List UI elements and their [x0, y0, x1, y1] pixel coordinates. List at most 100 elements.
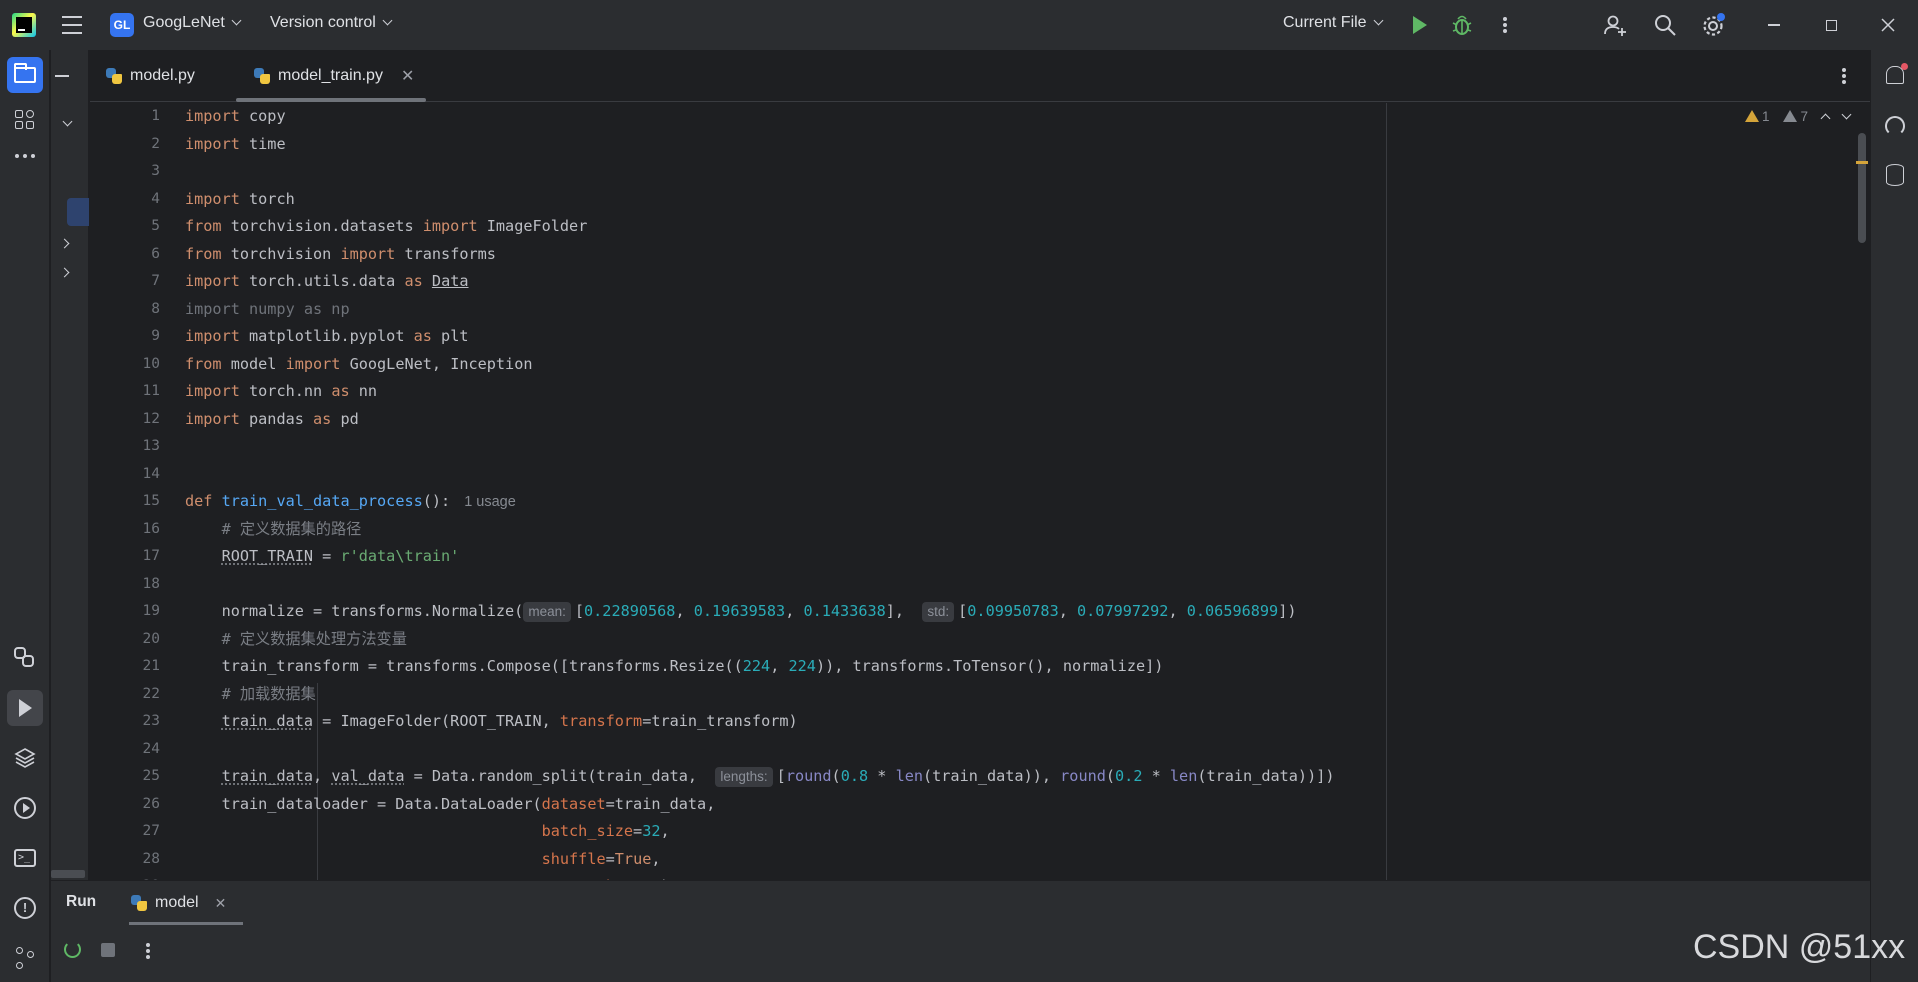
more-actions-icon[interactable] [146, 943, 150, 959]
database-icon[interactable] [1886, 164, 1904, 186]
run-tab-model[interactable]: model ✕ [131, 881, 226, 925]
code-line: from torchvision.datasets import ImageFo… [185, 217, 588, 235]
python-packages-tool-button[interactable] [7, 740, 43, 776]
line-number[interactable]: 10 [90, 351, 172, 379]
structure-tool-button[interactable] [7, 102, 43, 138]
chevron-down-icon [231, 15, 242, 26]
pycharm-logo-icon[interactable] [12, 13, 36, 37]
line-number[interactable]: 6 [90, 241, 172, 269]
run-configuration-selector[interactable]: Current File [1283, 14, 1384, 32]
project-switcher[interactable]: GoogLeNet [143, 14, 242, 32]
line-number[interactable]: 24 [90, 736, 172, 764]
code-line: train_transform = transforms.Compose([tr… [185, 657, 1164, 675]
folder-icon [14, 63, 36, 83]
gear-icon [1703, 13, 1725, 36]
line-number-gutter: 1 2 3 4 5 6 7 8 9 10 11 12 13 14 15 16 17 18 19 20 21 22 23 24 2… [90, 103, 172, 880]
line-number[interactable]: 17 [90, 543, 172, 571]
line-number[interactable]: 12 [90, 406, 172, 434]
tree-selected-item[interactable] [67, 198, 89, 226]
line-number[interactable]: 2 [90, 131, 172, 159]
tree-expand-icon[interactable] [62, 116, 73, 127]
code-line: ROOT_TRAIN = r'data\train' [221, 547, 460, 565]
line-number[interactable]: 25 [90, 763, 172, 791]
line-number[interactable]: 28 [90, 846, 172, 874]
line-number[interactable]: 11 [90, 378, 172, 406]
tree-collapsed-icon[interactable] [59, 267, 70, 278]
python-file-icon [106, 68, 122, 84]
line-number[interactable]: 13 [90, 433, 172, 461]
project-badge[interactable]: GL [110, 13, 134, 37]
run-configuration-label: Current File [1283, 14, 1367, 31]
rerun-icon[interactable] [64, 941, 81, 958]
active-run-tab-indicator [129, 922, 243, 925]
line-number[interactable]: 14 [90, 461, 172, 489]
line-number[interactable]: 18 [90, 571, 172, 599]
project-name: GoogLeNet [143, 14, 225, 31]
code-line: normalize = transforms.Normalize(mean: [0… [185, 602, 1297, 622]
stop-icon[interactable] [101, 943, 115, 957]
line-number[interactable]: 7 [90, 268, 172, 296]
terminal-tool-button[interactable]: >_ [7, 840, 43, 876]
tab-label: model.py [130, 67, 195, 84]
run-tool-button[interactable] [7, 690, 43, 726]
close-tab-icon[interactable]: ✕ [401, 66, 414, 86]
services-tool-button[interactable] [7, 790, 43, 826]
add-user-button[interactable] [1603, 13, 1627, 37]
minimize-button[interactable] [1762, 13, 1786, 37]
code-area[interactable]: import copy import time import torch fro… [185, 103, 1865, 880]
code-line: import torch [185, 189, 295, 208]
line-number[interactable]: 27 [90, 818, 172, 846]
line-number[interactable]: 23 [90, 708, 172, 736]
code-line: import matplotlib.pyplot as plt [185, 327, 469, 345]
run-tab-label: model [155, 894, 199, 911]
line-number[interactable]: 29 [90, 873, 172, 880]
line-number[interactable]: 20 [90, 626, 172, 654]
problems-tool-button[interactable]: ! [7, 890, 43, 926]
line-number[interactable]: 9 [90, 323, 172, 351]
layers-icon [14, 748, 36, 768]
version-control-label: Version control [270, 14, 376, 31]
run-button[interactable] [1413, 16, 1427, 34]
line-number[interactable]: 5 [90, 213, 172, 241]
line-number[interactable]: 21 [90, 653, 172, 681]
line-number[interactable]: 4 [90, 186, 172, 214]
code-editor[interactable]: 1 2 3 4 5 6 7 8 9 10 11 12 13 14 15 16 17 18 19 20 21 22 23 24 2… [90, 103, 1870, 880]
tab-actions-icon[interactable] [1842, 68, 1846, 84]
terminal-icon: >_ [14, 849, 36, 867]
tree-collapsed-icon[interactable] [59, 238, 70, 249]
line-number[interactable]: 26 [90, 791, 172, 819]
version-control-tool-button[interactable] [7, 940, 43, 976]
line-number[interactable]: 1 [90, 103, 172, 131]
close-window-button[interactable] [1876, 13, 1900, 37]
usage-hint[interactable]: 1 usage [464, 494, 516, 510]
version-control-menu[interactable]: Version control [270, 14, 393, 32]
chevron-down-icon [1373, 15, 1384, 26]
settings-button[interactable] [1701, 12, 1727, 38]
minimize-panel-icon[interactable] [55, 75, 69, 77]
debug-button[interactable] [1451, 13, 1473, 37]
more-tools-button[interactable] [7, 138, 43, 174]
line-number[interactable]: 22 [90, 681, 172, 709]
ai-assistant-icon[interactable] [1885, 116, 1905, 136]
tab-model-py[interactable]: model.py [106, 50, 195, 102]
line-number[interactable]: 15 [90, 488, 172, 516]
line-number[interactable]: 8 [90, 296, 172, 324]
python-console-tool-button[interactable] [7, 640, 43, 676]
line-number[interactable]: 19 [90, 598, 172, 626]
string-literal: r'data\train' [340, 547, 460, 565]
line-number[interactable]: 16 [90, 516, 172, 544]
code-line: import pandas as pd [185, 409, 359, 428]
services-icon [14, 797, 36, 819]
line-number[interactable]: 3 [90, 158, 172, 186]
main-menu-icon[interactable] [62, 16, 82, 34]
more-actions-icon[interactable] [1503, 17, 1507, 33]
title-bar: GL GoogLeNet Version control Current Fil… [0, 0, 1918, 50]
python-icon [14, 647, 36, 669]
restore-button[interactable] [1819, 13, 1843, 37]
project-tool-button[interactable] [7, 57, 43, 93]
close-icon [1881, 18, 1895, 32]
tab-model-train-py[interactable]: model_train.py ✕ [254, 50, 414, 102]
close-tab-icon[interactable]: ✕ [215, 895, 227, 912]
horizontal-scrollbar[interactable] [51, 870, 85, 878]
search-button[interactable] [1653, 13, 1677, 37]
